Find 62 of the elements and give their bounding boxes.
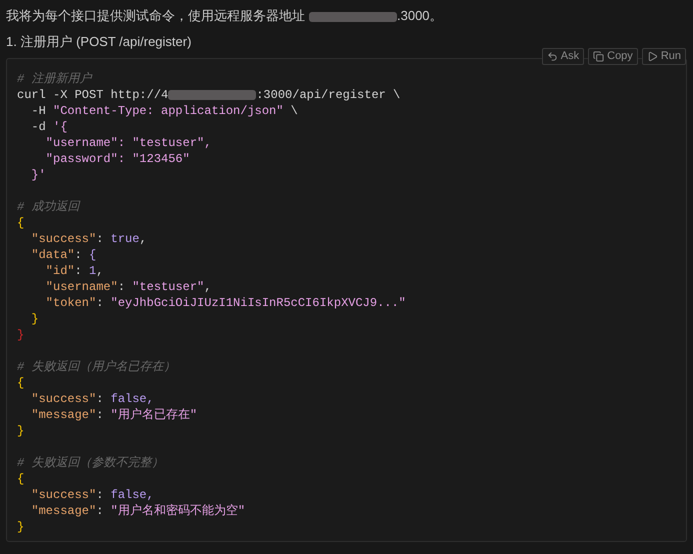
code-token: false [110,487,147,503]
code-token: { [17,471,24,487]
intro-text: 我将为每个接口提供测试命令，使用远程服务器地址 [6,7,305,26]
code-token: true [110,231,140,247]
code-token: "data" [30,247,75,263]
code-token: "username": "testuser", [44,135,212,151]
code-token: { [17,375,24,391]
code-token: : [74,247,83,263]
code-token: : [96,487,104,503]
code-token: : [74,263,83,279]
code-token: :3000/api/register \ [256,87,400,103]
code-token: , [204,279,212,295]
code-comment: # 成功返回 [17,199,80,215]
code-token: : [96,391,104,407]
code-token: "success" [30,391,96,407]
code-token: curl -X POST http://4 [17,87,168,103]
code-token: "token" [44,295,96,311]
code-token: -d [30,119,47,135]
code-token: '{ [53,119,68,135]
code-token: } [17,519,24,535]
code-token: , [146,391,154,407]
copy-button[interactable]: Copy [588,48,638,65]
code-token: \ [290,103,298,119]
code-token: "message" [30,503,96,519]
code-token: , [96,263,104,279]
code-token: "用户名已存在" [110,407,198,423]
code-token: , [139,231,147,247]
code-token: , [146,487,154,503]
section-title: 1. 注册用户 (POST /api/register) [6,33,192,51]
run-button[interactable]: Run [642,48,686,65]
code-token: : [96,503,104,519]
code-token: } [17,327,24,343]
code-token: "eyJhbGciOiJIUzI1NiIsInR5cCI6IkpXVCJ9..." [110,295,406,311]
code-token: } [17,423,24,439]
play-icon [646,51,658,62]
code-token: { [89,247,96,263]
code-token: false [110,391,147,407]
code-token: } [30,311,39,327]
code-token: { [17,215,24,231]
code-token: 1 [89,263,96,279]
code-comment: # 失败返回（参数不完整） [17,455,164,471]
reply-icon [546,51,558,62]
code-comment: # 注册新用户 [17,71,92,87]
code-token: }' [30,167,46,183]
ask-button[interactable]: Ask [542,48,584,65]
code-token: "用户名和密码不能为空" [110,503,246,519]
code-token: "testuser" [132,279,204,295]
code-token: : [96,231,104,247]
code-token: : [118,279,126,295]
code-token: "id" [44,263,75,279]
code-token: "message" [30,407,96,423]
code-token: : [96,295,104,311]
code-token: -H [30,103,47,119]
code-token: "username" [44,279,118,295]
code-token: "Content-Type: application/json" [53,103,284,119]
code-token: : [96,407,104,423]
code-token: "success" [30,487,96,503]
code-comment: # 失败返回（用户名已存在） [17,359,176,375]
intro-port-text: .3000。 [397,7,443,26]
code-token: "success" [30,231,96,247]
code-token: "password": "123456" [44,151,190,167]
copy-icon [593,51,604,62]
